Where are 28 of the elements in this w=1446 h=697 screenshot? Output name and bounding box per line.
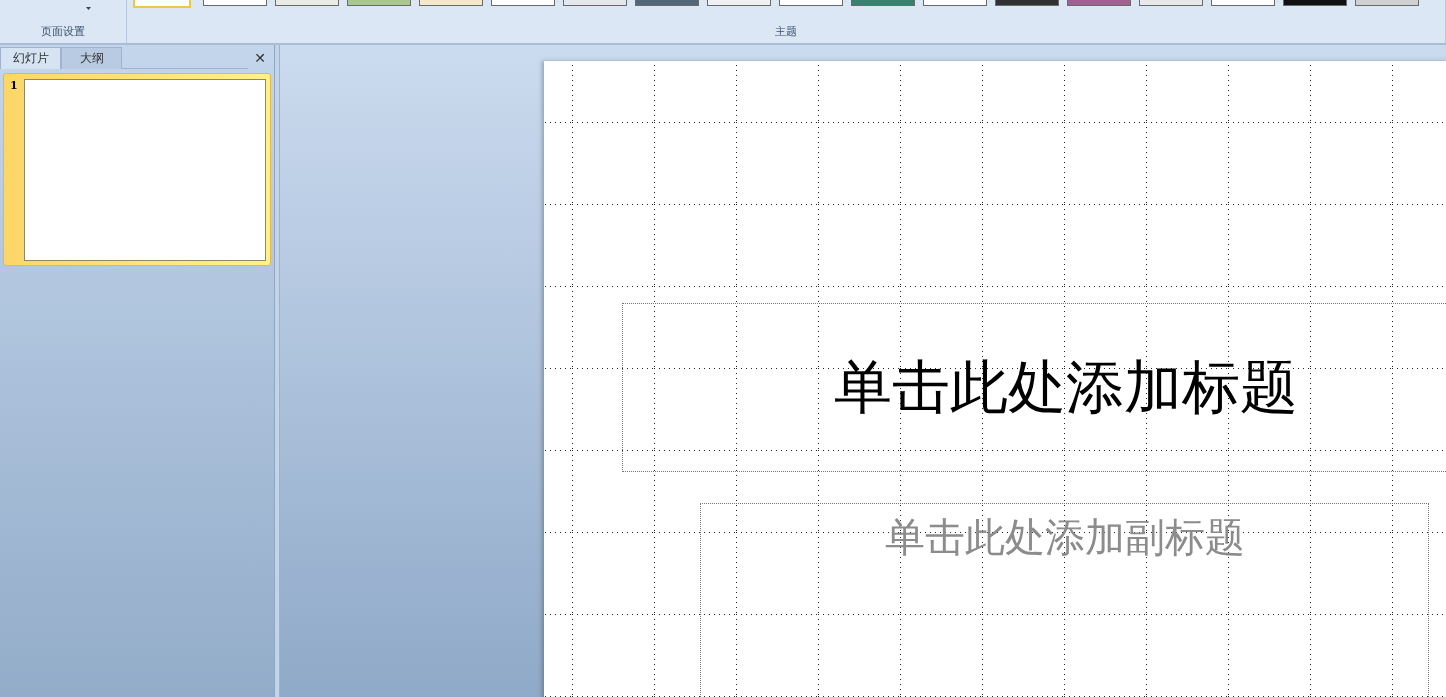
subtitle-text: 单击此处添加副标题 [884, 513, 1245, 562]
theme-thumbnail[interactable] [1211, 0, 1275, 6]
caret-icon[interactable] [86, 7, 91, 10]
theme-thumbnail[interactable] [203, 0, 267, 6]
theme-thumbnail[interactable] [635, 0, 699, 6]
title-placeholder[interactable]: 单击此处添加标题 [622, 303, 1446, 472]
slide-number: 1 [10, 79, 18, 92]
panel-tab[interactable]: 大纲 [61, 47, 122, 69]
title-text: 单击此处添加标题 [834, 352, 1298, 423]
theme-thumbnail[interactable] [707, 0, 771, 6]
theme-thumbnail[interactable] [1283, 0, 1347, 6]
slide-thumbnail[interactable]: 1 [3, 73, 271, 266]
panel-tab[interactable]: 幻灯片 [0, 47, 61, 69]
theme-thumbnail[interactable] [995, 0, 1059, 6]
theme-thumbnail[interactable] [851, 0, 915, 6]
theme-thumbnail[interactable] [275, 0, 339, 6]
theme-thumbnail[interactable] [1067, 0, 1131, 6]
theme-thumbnail[interactable] [779, 0, 843, 6]
theme-thumbnail[interactable] [923, 0, 987, 6]
group-label: 页面设置 [41, 24, 85, 39]
group-label: 主题 [775, 24, 797, 39]
theme-thumbnail[interactable] [563, 0, 627, 6]
theme-thumbnail[interactable] [347, 0, 411, 6]
close-icon[interactable]: ✕ [248, 47, 272, 69]
theme-thumbnail[interactable] [419, 0, 483, 6]
theme-thumbnail[interactable] [1139, 0, 1203, 6]
theme-thumbnail[interactable] [491, 0, 555, 6]
theme-thumbnail[interactable] [1355, 0, 1419, 6]
